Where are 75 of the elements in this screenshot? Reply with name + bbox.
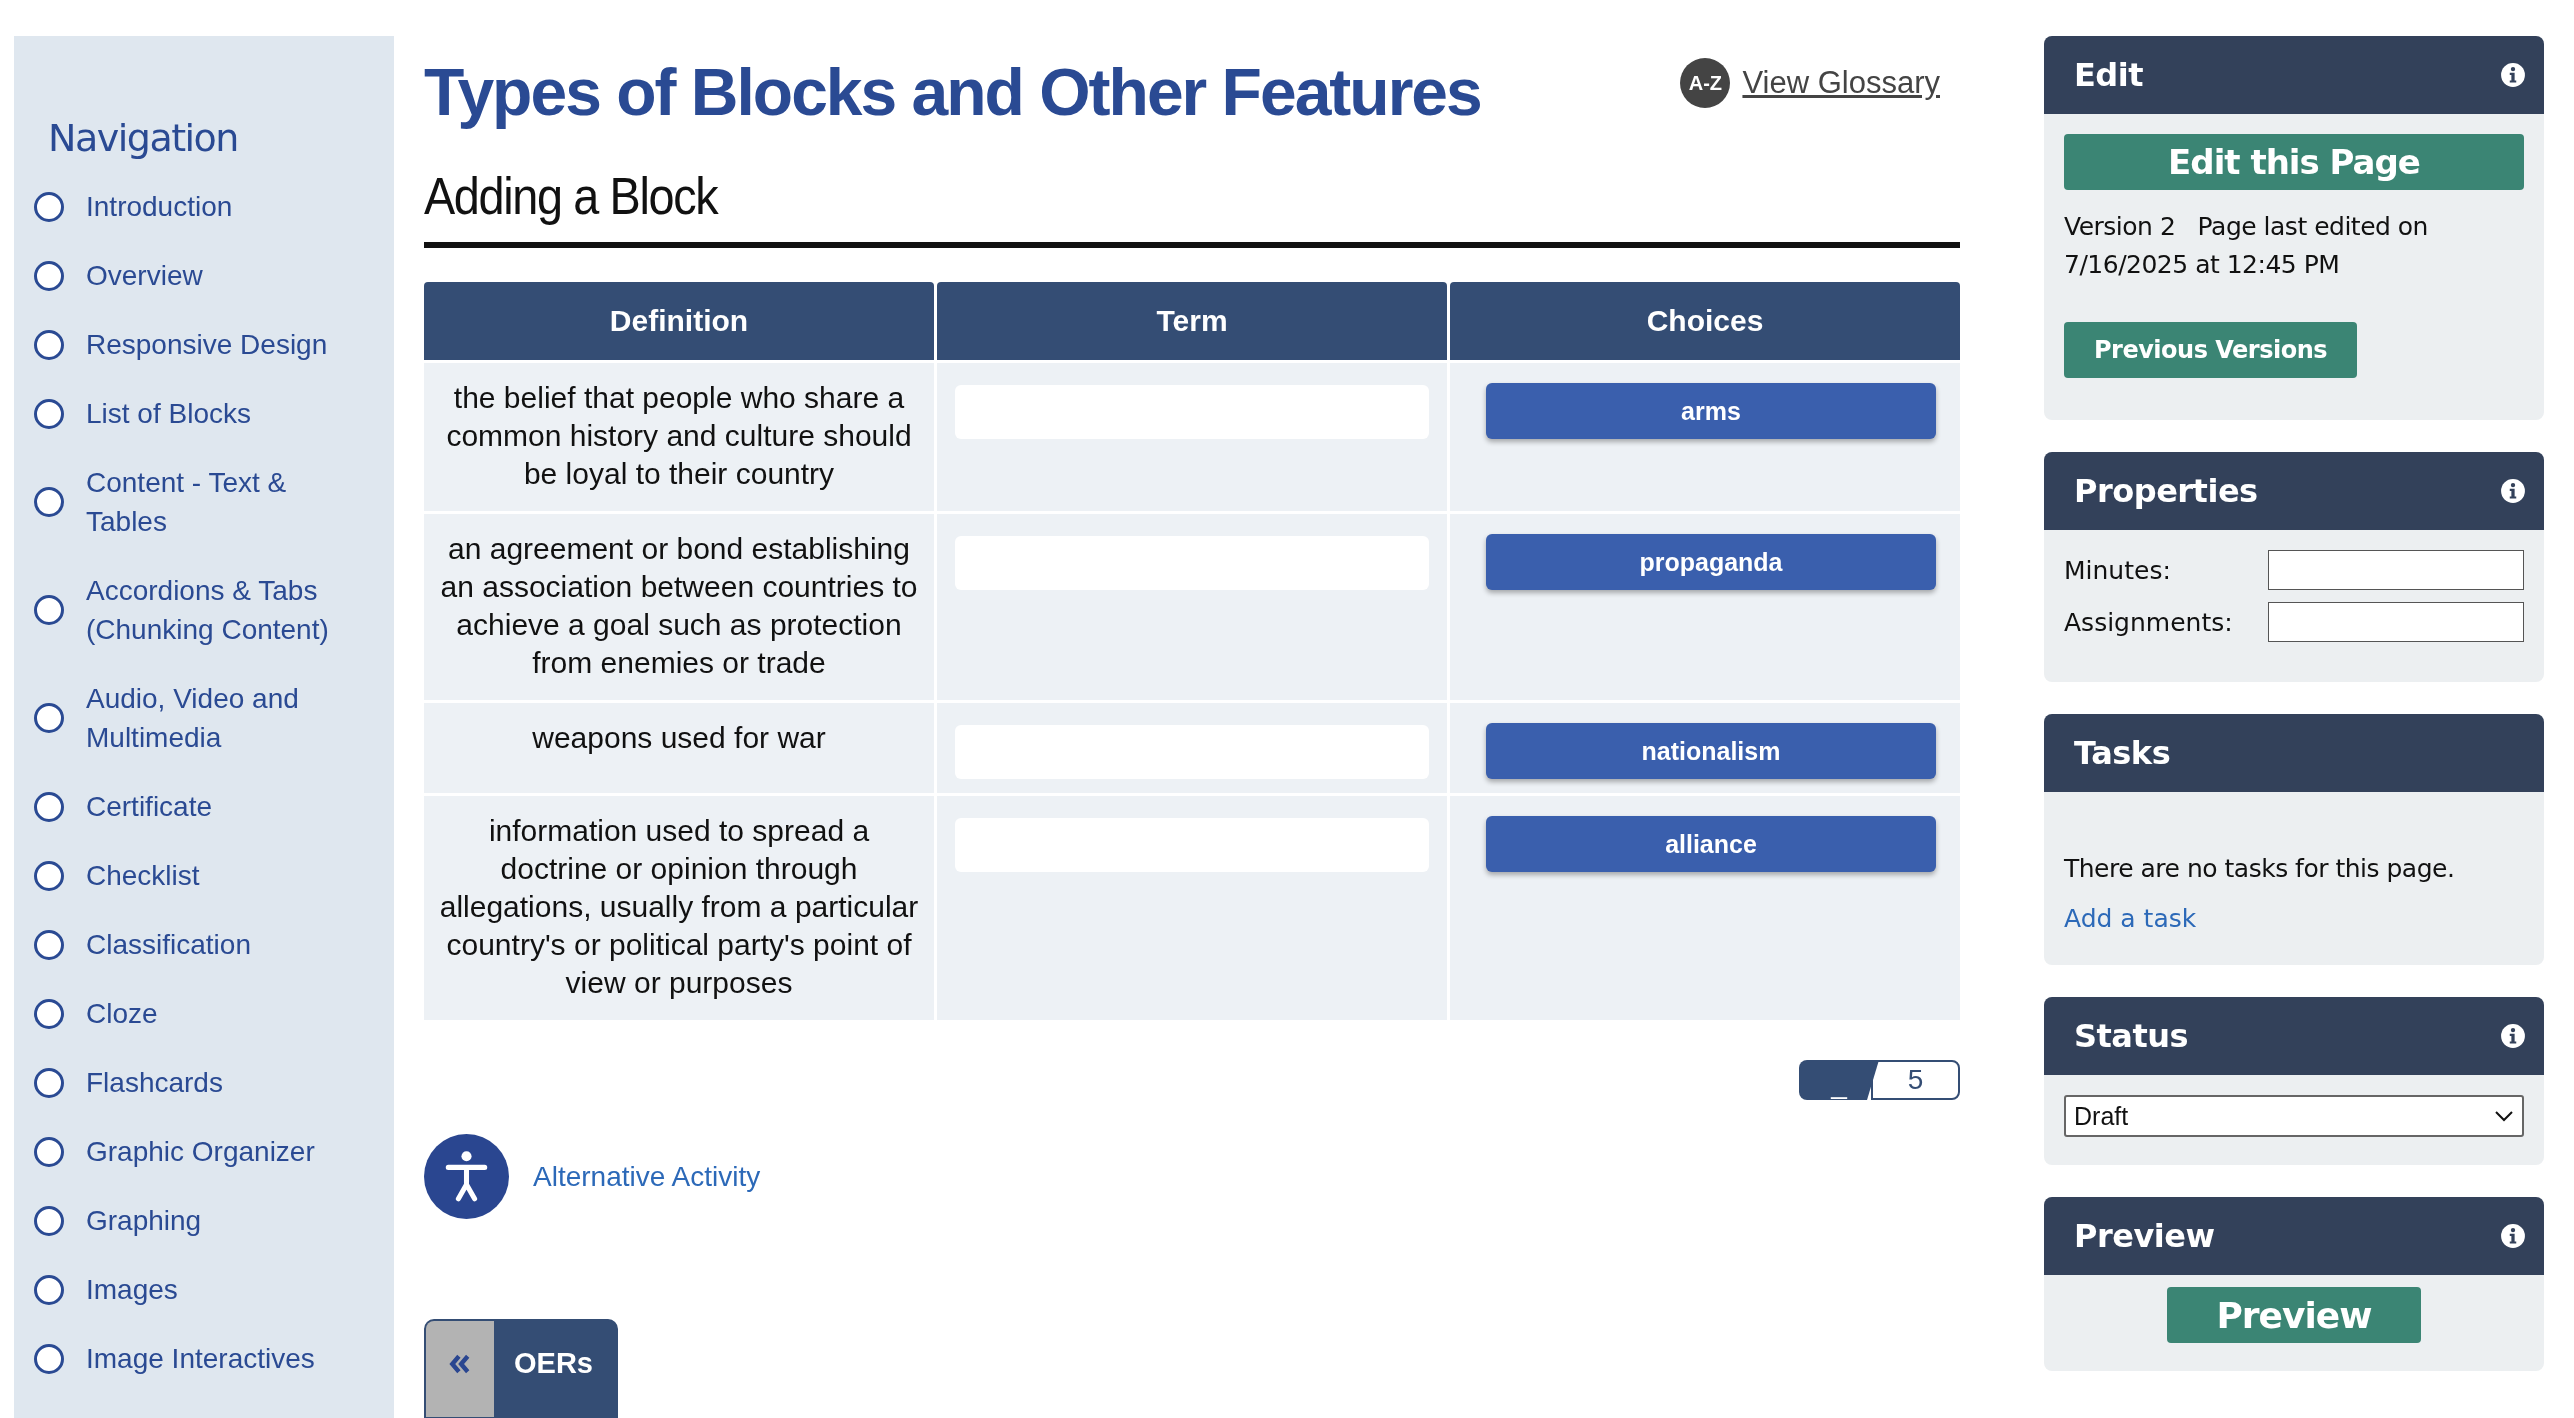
- navigation-link[interactable]: Responsive Design: [86, 325, 366, 364]
- radio-button[interactable]: [34, 703, 64, 733]
- navigation-link[interactable]: Classification: [86, 925, 366, 964]
- navigation-link[interactable]: Certificate: [86, 787, 366, 826]
- navigation-link[interactable]: Overview: [86, 256, 366, 295]
- field-label: Minutes:: [2064, 555, 2171, 585]
- choice-chip[interactable]: alliance: [1486, 816, 1936, 872]
- navigation-link[interactable]: List of Blocks: [86, 394, 366, 433]
- definition-cell: information used to spread a doctrine or opinion through allegations, usually from a particular country's or political party's point of view or purposes: [424, 796, 934, 1020]
- page-title: Types of Blocks and Other Features: [424, 54, 1481, 130]
- previous-versions-button[interactable]: Previous Versions: [2064, 322, 2358, 378]
- navigation-link[interactable]: Accordions & Tabs (Chunking Content): [86, 571, 366, 649]
- radio-button[interactable]: [34, 998, 64, 1029]
- radio-button[interactable]: [34, 1136, 64, 1167]
- column-header: Definition: [424, 282, 934, 360]
- current-page: _: [1799, 1060, 1879, 1100]
- radio-button[interactable]: [34, 260, 64, 291]
- column-header: Term: [937, 282, 1447, 360]
- radio-button[interactable]: [34, 329, 64, 360]
- version-info: Version 2 Page last edited on 7/16/2025 at 12:45 PM: [2064, 211, 2429, 281]
- add-task-link[interactable]: Add a task: [2064, 904, 2197, 933]
- info-icon[interactable]: [2500, 62, 2526, 88]
- page-total: 5: [1871, 1060, 1960, 1100]
- tasks-message: There are no tasks for this page.: [2064, 853, 2456, 885]
- navigation-link[interactable]: Checklist: [86, 856, 366, 895]
- radio-button[interactable]: [34, 487, 64, 517]
- choice-chip[interactable]: nationalism: [1486, 723, 1936, 779]
- glossary-badge: A-Z: [1680, 58, 1731, 108]
- preview-button[interactable]: Preview: [2167, 1287, 2421, 1343]
- input-field[interactable]: [2268, 550, 2524, 590]
- radio-button[interactable]: [34, 191, 64, 222]
- panel-title: Properties: [2074, 472, 2258, 510]
- navigation-link[interactable]: Images: [86, 1270, 366, 1309]
- oers-button[interactable]: OERs: [424, 1319, 618, 1418]
- status-select[interactable]: Draft: [2064, 1095, 2524, 1137]
- panel-title: Tasks: [2074, 734, 2171, 772]
- navigation-link[interactable]: Graphic Organizer: [86, 1132, 366, 1171]
- choice-chip[interactable]: arms: [1486, 383, 1936, 439]
- radio-button[interactable]: [34, 929, 64, 960]
- glossary-link[interactable]: View Glossary: [1742, 65, 1940, 101]
- navigation-link[interactable]: Image Interactives: [86, 1339, 366, 1378]
- radio-button[interactable]: [34, 1205, 64, 1236]
- radio-button[interactable]: [34, 398, 64, 429]
- alternative-activity-link[interactable]: Alternative Activity: [533, 1160, 761, 1193]
- double-chevron-icon: [449, 1353, 471, 1375]
- radio-button[interactable]: [34, 791, 64, 822]
- definition-cell: an agreement or bond establishing an association between countries to achieve a goal such as protection from enemies or trade: [424, 514, 934, 700]
- column-header: Choices: [1450, 282, 1960, 360]
- panel-title: Status: [2074, 1017, 2189, 1055]
- info-icon[interactable]: [2500, 1223, 2526, 1249]
- navigation-link[interactable]: Flashcards: [86, 1063, 366, 1102]
- field-label: Assignments:: [2064, 607, 2233, 637]
- panel-title: Edit: [2074, 56, 2144, 94]
- definition-cell: weapons used for war: [424, 703, 934, 793]
- navigation-link[interactable]: Graphing: [86, 1201, 366, 1240]
- section-heading: Adding a Block: [424, 166, 720, 226]
- navigation-heading: Navigation: [48, 116, 239, 160]
- radio-button[interactable]: [34, 860, 64, 891]
- choice-chip[interactable]: propaganda: [1486, 534, 1936, 590]
- info-icon[interactable]: [2500, 478, 2526, 504]
- navigation-link[interactable]: Introduction: [86, 187, 366, 226]
- radio-button[interactable]: [34, 1067, 64, 1098]
- radio-button[interactable]: [34, 595, 64, 625]
- navigation-link[interactable]: Cloze: [86, 994, 366, 1033]
- panel-title: Preview: [2074, 1217, 2215, 1255]
- input-field[interactable]: [2268, 602, 2524, 642]
- caret-icon: [2494, 1110, 2514, 1122]
- definition-cell: the belief that people who share a common history and culture should be loyal to their country: [424, 363, 934, 511]
- radio-button[interactable]: [34, 1343, 64, 1374]
- edit-page-button[interactable]: Edit this Page: [2064, 134, 2524, 190]
- accessibility-icon[interactable]: [424, 1134, 509, 1219]
- navigation-link[interactable]: Content - Text & Tables: [86, 463, 366, 541]
- radio-button[interactable]: [34, 1274, 64, 1305]
- navigation-link[interactable]: Audio, Video and Multimedia: [86, 679, 366, 757]
- info-icon[interactable]: [2500, 1023, 2526, 1049]
